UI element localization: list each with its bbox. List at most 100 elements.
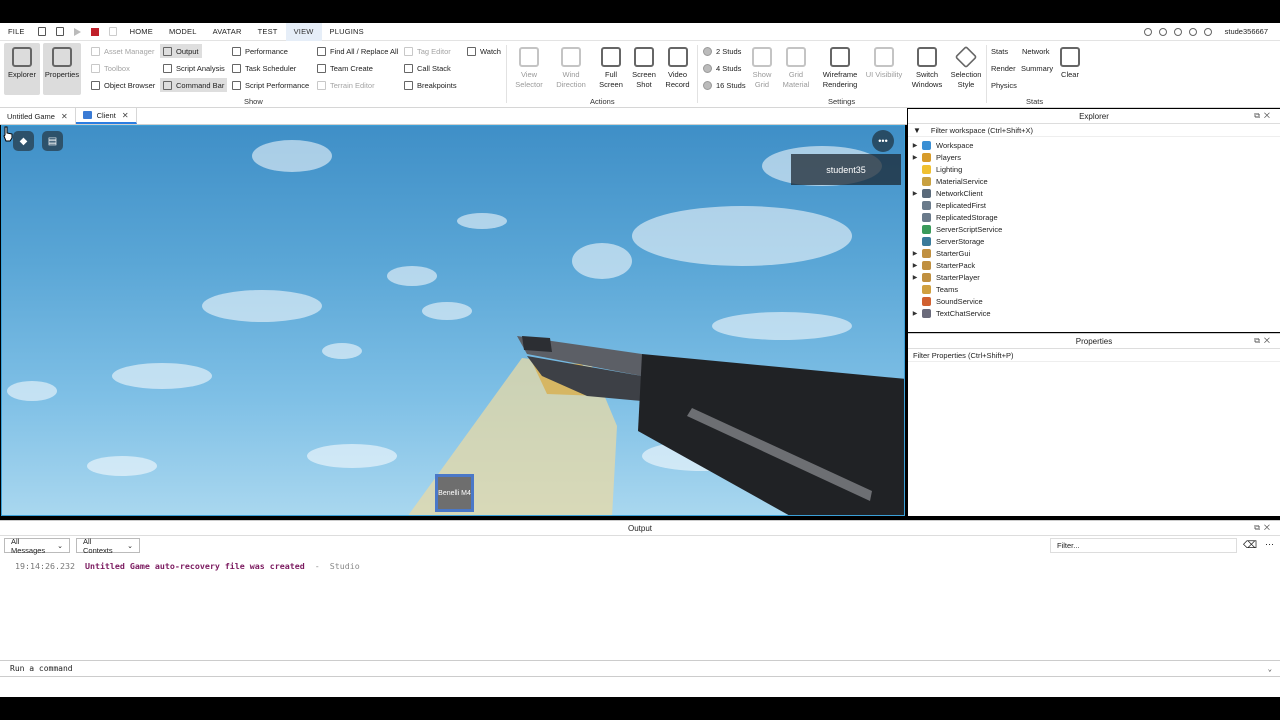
team-create-button[interactable]: Team Create: [314, 61, 376, 75]
full-screen-button[interactable]: Full Screen: [595, 43, 627, 95]
explorer-item-replicatedfirst[interactable]: ReplicatedFirst: [908, 199, 1280, 211]
tab-untitled-game[interactable]: Untitled Game ✕: [0, 108, 76, 124]
task-scheduler-button[interactable]: Task Scheduler: [229, 61, 299, 75]
physics-button[interactable]: Physics: [988, 78, 1020, 92]
new-file-icon[interactable]: [37, 27, 46, 36]
explorer-item-lighting[interactable]: Lighting: [908, 163, 1280, 175]
more-icon[interactable]: ⋯: [1265, 539, 1274, 550]
explorer-item-serverscriptservice[interactable]: ServerScriptService: [908, 223, 1280, 235]
explorer-item-networkclient[interactable]: ▶ NetworkClient: [908, 187, 1280, 199]
hotbar-slot[interactable]: Benelli M4: [435, 474, 474, 512]
panel-controls[interactable]: ⧉✕: [1254, 336, 1274, 346]
output-button[interactable]: Output: [160, 44, 202, 58]
script-performance-button[interactable]: Script Performance: [229, 78, 312, 92]
studs-2-option[interactable]: 2 Studs: [700, 44, 744, 58]
command-bar-button[interactable]: Command Bar: [160, 78, 228, 92]
screen-shot-button[interactable]: Screen Shot: [629, 43, 659, 95]
explorer-item-materialservice[interactable]: MaterialService: [908, 175, 1280, 187]
wireframe-button[interactable]: Wireframe Rendering: [817, 43, 863, 95]
menu-file[interactable]: FILE: [0, 23, 33, 41]
explorer-button[interactable]: Explorer: [4, 43, 40, 95]
asset-manager-button[interactable]: Asset Manager: [88, 44, 157, 58]
panel-controls[interactable]: ⧉✕: [1254, 111, 1274, 121]
stop-icon[interactable]: [90, 27, 99, 36]
open-file-icon[interactable]: [55, 27, 64, 36]
menu-home[interactable]: HOME: [122, 23, 161, 41]
explorer-item-replicatedstorage[interactable]: ReplicatedStorage: [908, 211, 1280, 223]
bell-icon[interactable]: [1173, 27, 1182, 36]
expand-arrow-icon[interactable]: ▶: [908, 250, 922, 257]
expand-arrow-icon[interactable]: ▶: [908, 190, 922, 197]
output-filter-input[interactable]: Filter...: [1050, 538, 1237, 553]
explorer-item-startergui[interactable]: ▶ StarterGui: [908, 247, 1280, 259]
panel-controls[interactable]: ⧉✕: [1254, 523, 1274, 533]
expand-arrow-icon[interactable]: ▶: [908, 142, 922, 149]
undo-icon[interactable]: [108, 27, 117, 36]
properties-filter[interactable]: Filter Properties (Ctrl+Shift+P): [908, 349, 1280, 362]
explorer-item-workspace[interactable]: ▶ Workspace: [908, 139, 1280, 151]
script-analysis-button[interactable]: Script Analysis: [160, 61, 228, 75]
chat-icon[interactable]: ▤: [42, 131, 63, 151]
breakpoints-button[interactable]: Breakpoints: [401, 78, 460, 92]
wind-direction-button[interactable]: Wind Direction: [551, 43, 591, 95]
toolbox-button[interactable]: Toolbox: [88, 61, 133, 75]
ui-visibility-button[interactable]: UI Visibility: [863, 43, 905, 95]
messages-select[interactable]: All Messages ⌄: [4, 537, 70, 555]
explorer-item-players[interactable]: ▶ Players: [908, 151, 1280, 163]
clear-button[interactable]: Clear: [1057, 43, 1083, 95]
menu-plugins[interactable]: PLUGINS: [322, 23, 372, 41]
close-icon[interactable]: ✕: [61, 112, 68, 121]
menu-view[interactable]: VIEW: [285, 22, 322, 41]
call-stack-button[interactable]: Call Stack: [401, 61, 454, 75]
explorer-item-textchatservice[interactable]: ▶ TextChatService: [908, 307, 1280, 319]
share-icon[interactable]: [1203, 27, 1212, 36]
performance-button[interactable]: Performance: [229, 44, 291, 58]
watch-button[interactable]: Watch: [464, 44, 504, 58]
find-all-button[interactable]: Find All / Replace All: [314, 44, 401, 58]
explorer-item-soundservice[interactable]: SoundService: [908, 295, 1280, 307]
broom-icon[interactable]: ⌫: [1243, 540, 1257, 551]
video-record-button[interactable]: Video Record: [662, 43, 693, 95]
help-icon[interactable]: [1188, 27, 1197, 36]
cloud-icon[interactable]: [1158, 27, 1167, 36]
show-grid-button[interactable]: Show Grid: [747, 43, 777, 95]
explorer-item-serverstorage[interactable]: ServerStorage: [908, 235, 1280, 247]
render-button[interactable]: Render: [988, 61, 1019, 75]
studs-16-option[interactable]: 16 Studs: [700, 78, 749, 92]
play-icon[interactable]: [73, 27, 81, 36]
summary-button[interactable]: Summary: [1018, 61, 1056, 75]
studs-4-option[interactable]: 4 Studs: [700, 61, 744, 75]
close-icon[interactable]: ✕: [122, 111, 129, 120]
game-viewport[interactable]: ◆ ▤ ••• student35 Benelli M4: [1, 125, 905, 516]
command-bar-input[interactable]: Run a command ⌄: [0, 660, 1280, 677]
explorer-item-starterpack[interactable]: ▶ StarterPack: [908, 259, 1280, 271]
switch-windows-button[interactable]: Switch Windows: [907, 43, 947, 95]
network-button[interactable]: Network: [1019, 44, 1053, 58]
menu-model[interactable]: MODEL: [161, 23, 205, 41]
collapse-ribbon-icon[interactable]: [1143, 27, 1152, 36]
menu-test[interactable]: TEST: [250, 23, 286, 41]
object-browser-button[interactable]: Object Browser: [88, 78, 158, 92]
player-list-entry[interactable]: student35: [791, 154, 901, 185]
explorer-filter[interactable]: ▼ Filter workspace (Ctrl+Shift+X): [908, 124, 1280, 137]
expand-arrow-icon[interactable]: ▶: [908, 154, 922, 161]
expand-arrow-icon[interactable]: ▶: [908, 262, 922, 269]
menu-avatar[interactable]: AVATAR: [205, 23, 250, 41]
more-options-icon[interactable]: •••: [872, 130, 894, 152]
stats-button[interactable]: Stats: [988, 44, 1011, 58]
roblox-menu-icon[interactable]: ◆: [13, 131, 34, 151]
explorer-item-teams[interactable]: Teams: [908, 283, 1280, 295]
chevron-down-icon[interactable]: ⌄: [1268, 665, 1272, 673]
username[interactable]: stude356667: [1225, 27, 1268, 36]
expand-arrow-icon[interactable]: ▶: [908, 310, 922, 317]
selection-style-button[interactable]: Selection Style: [947, 43, 985, 95]
contexts-select[interactable]: All Contexts ⌄: [76, 537, 140, 555]
explorer-item-starterplayer[interactable]: ▶ StarterPlayer: [908, 271, 1280, 283]
view-selector-button[interactable]: View Selector: [511, 43, 547, 95]
terrain-editor-button[interactable]: Terrain Editor: [314, 78, 378, 92]
properties-button[interactable]: Properties: [43, 43, 81, 95]
expand-arrow-icon[interactable]: ▶: [908, 274, 922, 281]
tag-editor-button[interactable]: Tag Editor: [401, 44, 454, 58]
tab-client[interactable]: Client ✕: [75, 108, 137, 124]
grid-material-button[interactable]: Grid Material: [779, 43, 813, 95]
